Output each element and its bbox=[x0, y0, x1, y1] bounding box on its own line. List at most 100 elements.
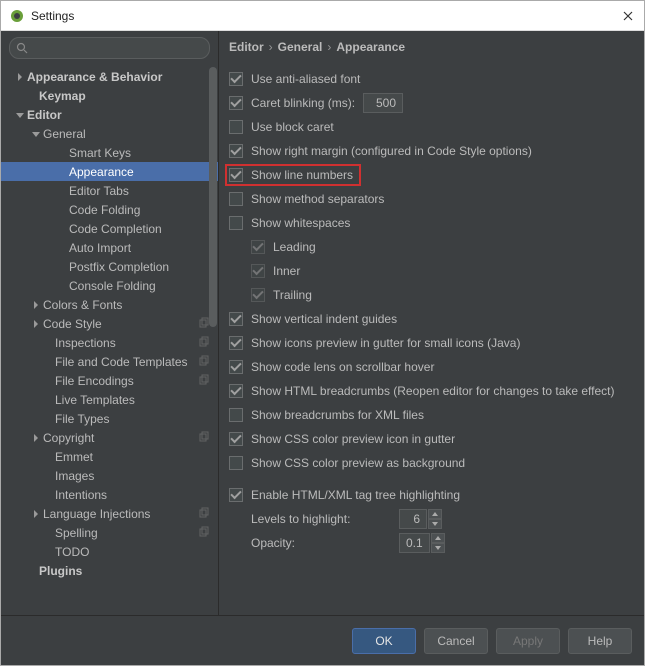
tree-item-label: File and Code Templates bbox=[55, 355, 188, 369]
tree-item-appearance[interactable]: Appearance bbox=[1, 162, 218, 181]
search-field[interactable] bbox=[9, 37, 210, 59]
label-css-bg: Show CSS color preview as background bbox=[251, 456, 465, 470]
label-vguides: Show vertical indent guides bbox=[251, 312, 397, 326]
checkbox-right-margin[interactable] bbox=[229, 144, 243, 158]
tree-item-colors-fonts[interactable]: Colors & Fonts bbox=[1, 295, 218, 314]
close-icon[interactable] bbox=[620, 8, 636, 24]
scope-icon bbox=[199, 336, 210, 350]
tree-item-label: Postfix Completion bbox=[69, 260, 169, 274]
tree-item-label: Spelling bbox=[55, 526, 98, 540]
label-css-gutter: Show CSS color preview icon in gutter bbox=[251, 432, 455, 446]
apply-button[interactable]: Apply bbox=[496, 628, 560, 654]
levels-down-button[interactable] bbox=[428, 519, 442, 529]
tree-item-code-style[interactable]: Code Style bbox=[1, 314, 218, 333]
checkbox-method-sep[interactable] bbox=[229, 192, 243, 206]
tree-item-file-types[interactable]: File Types bbox=[1, 409, 218, 428]
tree-item-keymap[interactable]: Keymap bbox=[1, 86, 218, 105]
chevron-right-icon[interactable] bbox=[31, 510, 41, 518]
ok-button[interactable]: OK bbox=[352, 628, 416, 654]
chevron-right-icon[interactable] bbox=[31, 301, 41, 309]
label-line-numbers: Show line numbers bbox=[251, 168, 353, 182]
scope-icon bbox=[199, 431, 210, 445]
checkbox-line-numbers[interactable] bbox=[229, 168, 243, 182]
checkbox-antialiased[interactable] bbox=[229, 72, 243, 86]
tree-item-intentions[interactable]: Intentions bbox=[1, 485, 218, 504]
label-method-sep: Show method separators bbox=[251, 192, 384, 206]
titlebar: Settings bbox=[1, 1, 644, 31]
breadcrumb-appearance[interactable]: Appearance bbox=[336, 40, 405, 54]
tree-item-appearance-behavior[interactable]: Appearance & Behavior bbox=[1, 67, 218, 86]
window-title: Settings bbox=[31, 9, 620, 23]
opacity-value[interactable]: 0.1 bbox=[399, 533, 430, 553]
checkbox-ws-inner[interactable] bbox=[251, 264, 265, 278]
chevron-right-icon[interactable] bbox=[15, 73, 25, 81]
tree-item-postfix-completion[interactable]: Postfix Completion bbox=[1, 257, 218, 276]
opacity-down-button[interactable] bbox=[431, 543, 445, 553]
opacity-up-button[interactable] bbox=[431, 533, 445, 543]
checkbox-block-caret[interactable] bbox=[229, 120, 243, 134]
button-bar: OK Cancel Apply Help bbox=[1, 615, 644, 665]
checkbox-xml-bc[interactable] bbox=[229, 408, 243, 422]
breadcrumb-editor[interactable]: Editor bbox=[229, 40, 264, 54]
tree-item-code-folding[interactable]: Code Folding bbox=[1, 200, 218, 219]
tree-item-plugins[interactable]: Plugins bbox=[1, 561, 218, 580]
tree-item-editor-tabs[interactable]: Editor Tabs bbox=[1, 181, 218, 200]
tree-item-smart-keys[interactable]: Smart Keys bbox=[1, 143, 218, 162]
tree-item-inspections[interactable]: Inspections bbox=[1, 333, 218, 352]
checkbox-ws-trailing[interactable] bbox=[251, 288, 265, 302]
tree-item-live-templates[interactable]: Live Templates bbox=[1, 390, 218, 409]
caret-blink-value[interactable]: 500 bbox=[363, 93, 403, 113]
chevron-down-icon[interactable] bbox=[15, 111, 25, 119]
levels-up-button[interactable] bbox=[428, 509, 442, 519]
search-icon bbox=[16, 42, 28, 54]
checkbox-css-bg[interactable] bbox=[229, 456, 243, 470]
checkbox-caret-blink[interactable] bbox=[229, 96, 243, 110]
label-whitespace: Show whitespaces bbox=[251, 216, 350, 230]
scope-icon bbox=[199, 526, 210, 540]
tree-item-label: TODO bbox=[55, 545, 89, 559]
tree-item-language-injections[interactable]: Language Injections bbox=[1, 504, 218, 523]
tree-item-auto-import[interactable]: Auto Import bbox=[1, 238, 218, 257]
tree-item-spelling[interactable]: Spelling bbox=[1, 523, 218, 542]
scrollbar-thumb[interactable] bbox=[209, 67, 217, 327]
tree-scroll[interactable]: Appearance & BehaviorKeymapEditorGeneral… bbox=[1, 63, 218, 615]
tree-item-label: Smart Keys bbox=[69, 146, 131, 160]
tree-item-images[interactable]: Images bbox=[1, 466, 218, 485]
chevron-down-icon[interactable] bbox=[31, 130, 41, 138]
cancel-button[interactable]: Cancel bbox=[424, 628, 488, 654]
label-antialiased: Use anti-aliased font bbox=[251, 72, 360, 86]
scope-icon bbox=[199, 507, 210, 521]
tree-item-copyright[interactable]: Copyright bbox=[1, 428, 218, 447]
chevron-right-icon[interactable] bbox=[31, 320, 41, 328]
tree-item-file-and-code-templates[interactable]: File and Code Templates bbox=[1, 352, 218, 371]
checkbox-tag-tree[interactable] bbox=[229, 488, 243, 502]
tree-item-general[interactable]: General bbox=[1, 124, 218, 143]
tree-item-emmet[interactable]: Emmet bbox=[1, 447, 218, 466]
tree-item-code-completion[interactable]: Code Completion bbox=[1, 219, 218, 238]
label-ws-inner: Inner bbox=[273, 264, 300, 278]
checkbox-whitespace[interactable] bbox=[229, 216, 243, 230]
tree-item-todo[interactable]: TODO bbox=[1, 542, 218, 561]
breadcrumb-general[interactable]: General bbox=[278, 40, 323, 54]
checkbox-icons-preview[interactable] bbox=[229, 336, 243, 350]
checkbox-html-bc[interactable] bbox=[229, 384, 243, 398]
breadcrumb: Editor › General › Appearance bbox=[219, 31, 644, 61]
help-button[interactable]: Help bbox=[568, 628, 632, 654]
checkbox-vguides[interactable] bbox=[229, 312, 243, 326]
label-xml-bc: Show breadcrumbs for XML files bbox=[251, 408, 424, 422]
checkbox-css-gutter[interactable] bbox=[229, 432, 243, 446]
search-input[interactable] bbox=[32, 41, 203, 55]
settings-tree: Appearance & BehaviorKeymapEditorGeneral… bbox=[1, 63, 218, 588]
tree-item-label: Live Templates bbox=[55, 393, 135, 407]
checkbox-code-lens[interactable] bbox=[229, 360, 243, 374]
tree-item-editor[interactable]: Editor bbox=[1, 105, 218, 124]
label-ws-trailing: Trailing bbox=[273, 288, 312, 302]
sidebar: Appearance & BehaviorKeymapEditorGeneral… bbox=[1, 31, 219, 615]
label-caret-blink: Caret blinking (ms): bbox=[251, 96, 355, 110]
tree-item-console-folding[interactable]: Console Folding bbox=[1, 276, 218, 295]
levels-value[interactable]: 6 bbox=[399, 509, 427, 529]
chevron-right-icon[interactable] bbox=[31, 434, 41, 442]
tree-item-file-encodings[interactable]: File Encodings bbox=[1, 371, 218, 390]
checkbox-ws-leading[interactable] bbox=[251, 240, 265, 254]
label-block-caret: Use block caret bbox=[251, 120, 334, 134]
